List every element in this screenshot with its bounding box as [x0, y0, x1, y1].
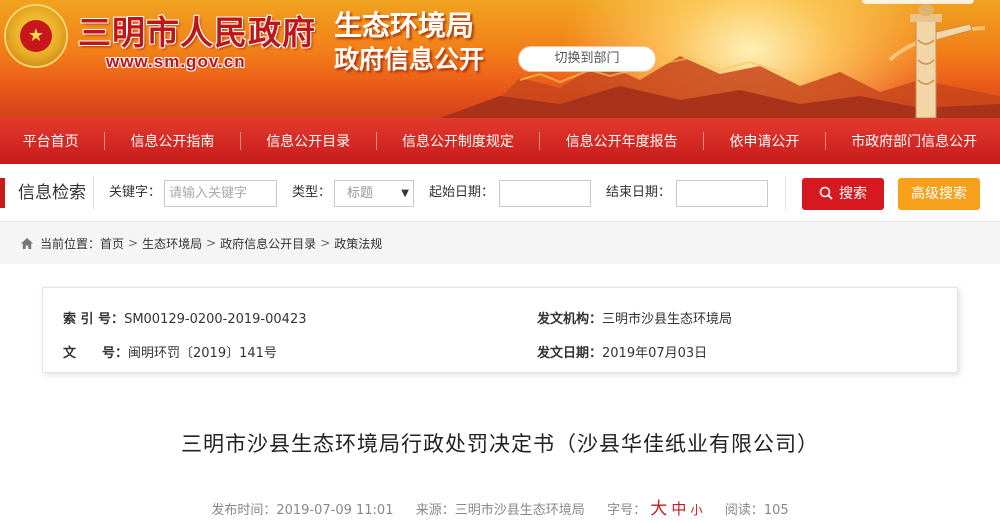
nav-divider — [239, 132, 241, 150]
search-divider — [785, 176, 786, 210]
publish-time-label: 发布时间： — [211, 503, 277, 518]
switch-department-button[interactable]: 切换到部门 — [518, 46, 656, 72]
issuing-org-value: 三明市沙县生态环境局 — [602, 312, 733, 327]
breadcrumb-catalog[interactable]: 政府信息公开目录 — [220, 235, 316, 252]
issue-date-label: 发文日期： — [537, 346, 603, 361]
search-divider — [93, 176, 94, 210]
national-emblem-icon: ★ — [4, 4, 68, 68]
read-count-label: 阅读： — [724, 503, 764, 518]
advanced-search-button[interactable]: 高级搜索 — [898, 178, 980, 210]
keyword-label: 关键字： — [109, 185, 162, 200]
site-name: 三明市人民政府 — [78, 13, 316, 52]
breadcrumb-separator: > — [128, 236, 139, 250]
nav-request-disclosure[interactable]: 依申请公开 — [721, 131, 807, 151]
type-select-value: 标题 — [347, 186, 374, 201]
nav-disclosure-guide[interactable]: 信息公开指南 — [122, 131, 222, 151]
breadcrumb-home[interactable]: 首页 — [100, 235, 124, 252]
document-info-box: 索 引 号：SM00129-0200-2019-00423 文 号：闽明环罚〔2… — [42, 287, 958, 373]
font-size-label: 字号： — [607, 503, 647, 518]
font-size-large[interactable]: 大 — [650, 499, 667, 519]
home-icon — [21, 237, 33, 249]
end-date-input[interactable] — [676, 180, 768, 207]
breadcrumb-department[interactable]: 生态环境局 — [142, 235, 202, 252]
nav-divider — [703, 132, 705, 150]
chevron-down-icon: ▼ — [401, 188, 409, 199]
breadcrumb-separator: > — [320, 236, 331, 250]
department-name: 生态环境局 — [334, 9, 475, 42]
site-url: www.sm.gov.cn — [106, 52, 246, 71]
type-select[interactable]: 标题 ▼ — [334, 180, 414, 207]
nav-divider — [539, 132, 541, 150]
publish-time-value: 2019-07-09 11:01 — [276, 503, 394, 518]
nav-city-departments[interactable]: 市政府部门信息公开 — [843, 131, 985, 151]
source-value: 三明市沙县生态环境局 — [454, 503, 585, 518]
search-section-title: 信息检索 — [0, 178, 86, 208]
index-number-value: SM00129-0200-2019-00423 — [124, 312, 307, 327]
type-label: 类型： — [292, 185, 332, 200]
nav-divider — [104, 132, 106, 150]
issuing-org-row: 发文机构：三明市沙县生态环境局 — [537, 308, 732, 327]
issuing-org-label: 发文机构： — [537, 312, 603, 327]
breadcrumb-prefix: 当前位置： — [40, 236, 101, 251]
header-banner: ★ 三明市人民政府 www.sm.gov.cn 生态环境局 政府信息公开 切换到… — [0, 0, 1000, 118]
document-number-row: 文 号：闽明环罚〔2019〕141号 — [63, 342, 277, 361]
search-button[interactable]: 搜索 — [802, 178, 884, 210]
nav-home[interactable]: 平台首页 — [15, 131, 87, 151]
issue-date-row: 发文日期：2019年07月03日 — [537, 342, 707, 361]
nav-disclosure-rules[interactable]: 信息公开制度规定 — [394, 131, 522, 151]
keyword-input[interactable] — [164, 180, 277, 207]
article-meta: 发布时间：2019-07-09 11:01 来源：三明市沙县生态环境局 字号： … — [0, 494, 1000, 519]
nav-annual-report[interactable]: 信息公开年度报告 — [558, 131, 686, 151]
document-number-value: 闽明环罚〔2019〕141号 — [128, 346, 277, 361]
index-number-label: 索 引 号： — [63, 312, 125, 327]
search-bar: 信息检索 关键字： 类型： 标题 ▼ 起始日期： 结束日期： 搜索 高级搜索 — [0, 164, 1000, 222]
font-size-small[interactable]: 小 — [691, 503, 703, 517]
breadcrumb-separator: > — [206, 236, 217, 250]
search-icon — [819, 186, 833, 200]
issue-date-value: 2019年07月03日 — [602, 346, 708, 361]
main-nav: 平台首页 信息公开指南 信息公开目录 信息公开制度规定 信息公开年度报告 依申请… — [0, 118, 1000, 164]
index-number-row: 索 引 号：SM00129-0200-2019-00423 — [63, 308, 306, 327]
source-label: 来源： — [415, 503, 455, 518]
breadcrumb-current[interactable]: 政策法规 — [334, 235, 382, 252]
search-button-label: 搜索 — [839, 186, 867, 202]
nav-divider — [824, 132, 826, 150]
breadcrumb: 当前位置： 首页 > 生态环境局 > 政府信息公开目录 > 政策法规 — [0, 222, 1000, 264]
font-size-medium[interactable]: 中 — [671, 500, 686, 518]
read-count-value: 105 — [763, 503, 789, 518]
emblem-star: ★ — [20, 20, 52, 52]
start-date-input[interactable] — [499, 180, 591, 207]
huabiao-pillar-icon — [888, 4, 986, 118]
start-date-label: 起始日期： — [429, 185, 495, 200]
department-subtitle: 政府信息公开 — [334, 45, 485, 74]
nav-disclosure-catalog[interactable]: 信息公开目录 — [258, 131, 358, 151]
end-date-label: 结束日期： — [606, 185, 672, 200]
document-number-label: 文 号： — [63, 346, 129, 361]
nav-divider — [375, 132, 377, 150]
article-title: 三明市沙县生态环境局行政处罚决定书（沙县华佳纸业有限公司） — [181, 432, 819, 456]
